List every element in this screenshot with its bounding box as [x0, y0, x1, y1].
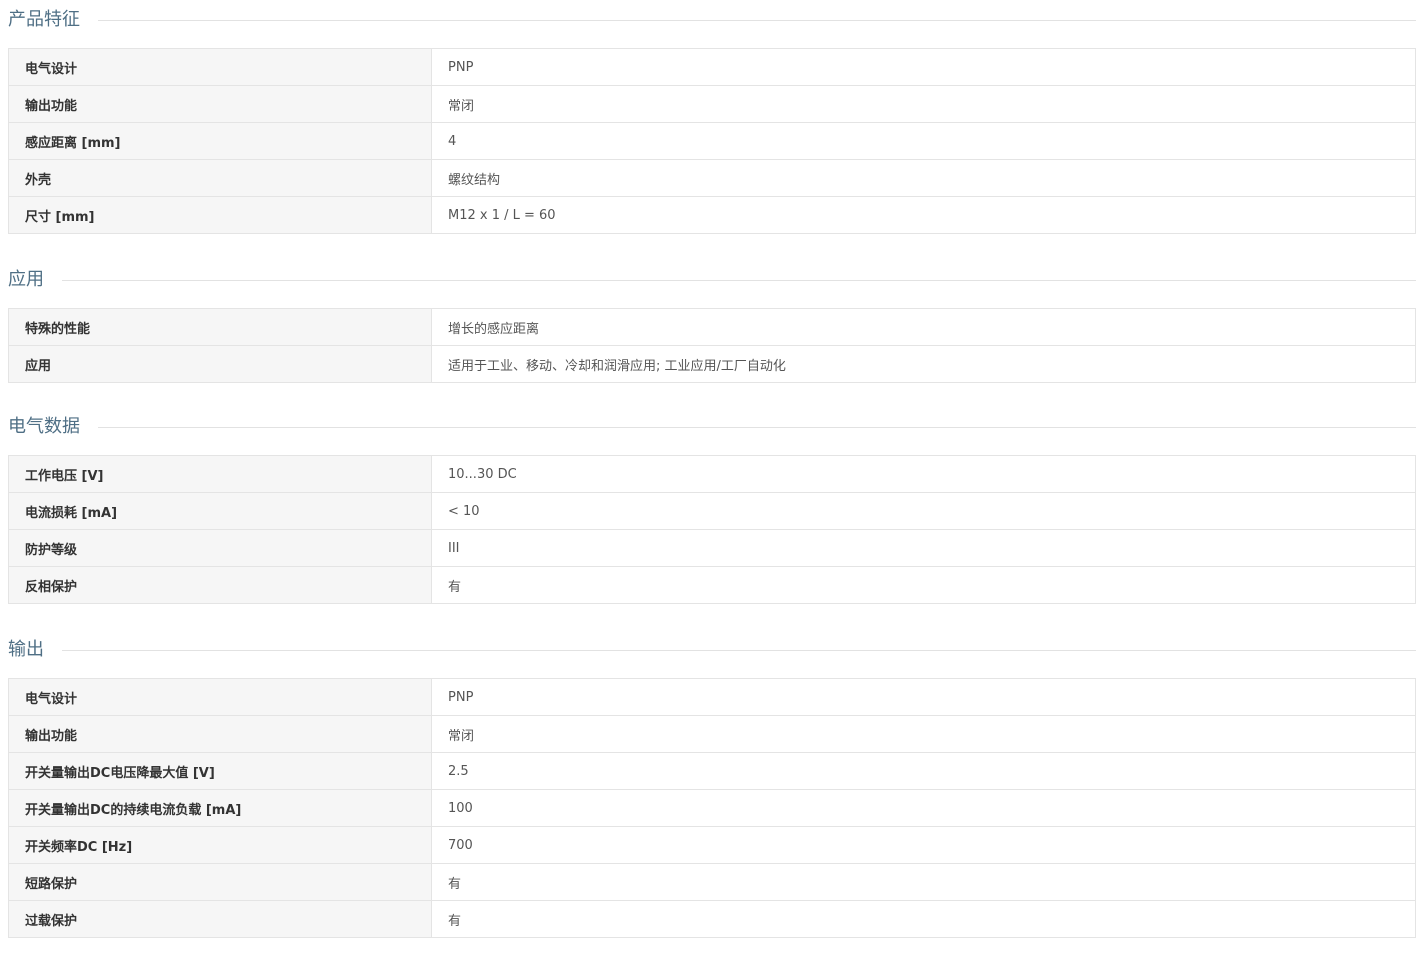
row-label: 电流损耗 [mA] [8, 492, 432, 530]
table-row: 外壳 螺纹结构 [8, 159, 1416, 197]
row-label: 感应距离 [mm] [8, 122, 432, 160]
row-label: 尺寸 [mm] [8, 196, 432, 234]
table-row: 电气设计 PNP [8, 678, 1416, 716]
table-row: 防护等级 III [8, 529, 1416, 567]
section-divider [8, 280, 1416, 281]
row-label: 输出功能 [8, 85, 432, 123]
spec-page: 产品特征 电气设计 PNP 输出功能 常闭 感应距离 [mm] 4 外壳 螺纹结… [0, 0, 1422, 955]
section-application: 应用 特殊的性能 增长的感应距离 应用 适用于工业、移动、冷却和润滑应用; 工业… [8, 260, 1416, 383]
row-label: 外壳 [8, 159, 432, 197]
table-row: 工作电压 [V] 10...30 DC [8, 455, 1416, 493]
row-value: 有 [431, 863, 1416, 901]
section-electrical-data: 电气数据 工作电压 [V] 10...30 DC 电流损耗 [mA] < 10 … [8, 407, 1416, 604]
row-label: 开关频率DC [Hz] [8, 826, 432, 864]
row-label: 应用 [8, 345, 432, 383]
row-label: 特殊的性能 [8, 308, 432, 346]
row-value: 100 [431, 789, 1416, 827]
table-row: 特殊的性能 增长的感应距离 [8, 308, 1416, 346]
section-output: 输出 电气设计 PNP 输出功能 常闭 开关量输出DC电压降最大值 [V] 2.… [8, 630, 1416, 938]
row-label: 工作电压 [V] [8, 455, 432, 493]
row-value: 适用于工业、移动、冷却和润滑应用; 工业应用/工厂自动化 [431, 345, 1416, 383]
row-value: 常闭 [431, 85, 1416, 123]
section-title: 应用 [8, 260, 62, 300]
row-value: 常闭 [431, 715, 1416, 753]
row-label: 短路保护 [8, 863, 432, 901]
spec-table: 电气设计 PNP 输出功能 常闭 感应距离 [mm] 4 外壳 螺纹结构 尺寸 … [8, 48, 1416, 234]
section-title: 输出 [8, 630, 62, 670]
section-header: 产品特征 [8, 0, 1416, 40]
table-row: 开关量输出DC电压降最大值 [V] 2.5 [8, 752, 1416, 790]
section-divider [8, 650, 1416, 651]
spec-table: 工作电压 [V] 10...30 DC 电流损耗 [mA] < 10 防护等级 … [8, 455, 1416, 604]
section-divider [8, 20, 1416, 21]
row-label: 防护等级 [8, 529, 432, 567]
row-label: 开关量输出DC的持续电流负载 [mA] [8, 789, 432, 827]
table-row: 输出功能 常闭 [8, 85, 1416, 123]
row-label: 电气设计 [8, 678, 432, 716]
section-title: 电气数据 [8, 407, 98, 447]
spec-table: 电气设计 PNP 输出功能 常闭 开关量输出DC电压降最大值 [V] 2.5 开… [8, 678, 1416, 938]
row-value: 有 [431, 566, 1416, 604]
section-header: 电气数据 [8, 407, 1416, 447]
table-row: 感应距离 [mm] 4 [8, 122, 1416, 160]
row-label: 开关量输出DC电压降最大值 [V] [8, 752, 432, 790]
table-row: 短路保护 有 [8, 863, 1416, 901]
table-row: 开关量输出DC的持续电流负载 [mA] 100 [8, 789, 1416, 827]
section-product-features: 产品特征 电气设计 PNP 输出功能 常闭 感应距离 [mm] 4 外壳 螺纹结… [8, 0, 1416, 234]
row-value: 有 [431, 900, 1416, 938]
row-value: PNP [431, 678, 1416, 716]
row-label: 输出功能 [8, 715, 432, 753]
row-value: PNP [431, 48, 1416, 86]
row-label: 电气设计 [8, 48, 432, 86]
section-header: 输出 [8, 630, 1416, 670]
row-value: 4 [431, 122, 1416, 160]
table-row: 开关频率DC [Hz] 700 [8, 826, 1416, 864]
spec-table: 特殊的性能 增长的感应距离 应用 适用于工业、移动、冷却和润滑应用; 工业应用/… [8, 308, 1416, 383]
row-value: III [431, 529, 1416, 567]
section-title: 产品特征 [8, 0, 98, 40]
table-row: 尺寸 [mm] M12 x 1 / L = 60 [8, 196, 1416, 234]
table-row: 电流损耗 [mA] < 10 [8, 492, 1416, 530]
row-label: 反相保护 [8, 566, 432, 604]
section-divider [8, 427, 1416, 428]
table-row: 过载保护 有 [8, 900, 1416, 938]
row-value: 螺纹结构 [431, 159, 1416, 197]
row-value: < 10 [431, 492, 1416, 530]
row-label: 过载保护 [8, 900, 432, 938]
row-value: 10...30 DC [431, 455, 1416, 493]
table-row: 输出功能 常闭 [8, 715, 1416, 753]
table-row: 应用 适用于工业、移动、冷却和润滑应用; 工业应用/工厂自动化 [8, 345, 1416, 383]
table-row: 反相保护 有 [8, 566, 1416, 604]
row-value: 2.5 [431, 752, 1416, 790]
section-header: 应用 [8, 260, 1416, 300]
row-value: M12 x 1 / L = 60 [431, 196, 1416, 234]
row-value: 增长的感应距离 [431, 308, 1416, 346]
table-row: 电气设计 PNP [8, 48, 1416, 86]
row-value: 700 [431, 826, 1416, 864]
